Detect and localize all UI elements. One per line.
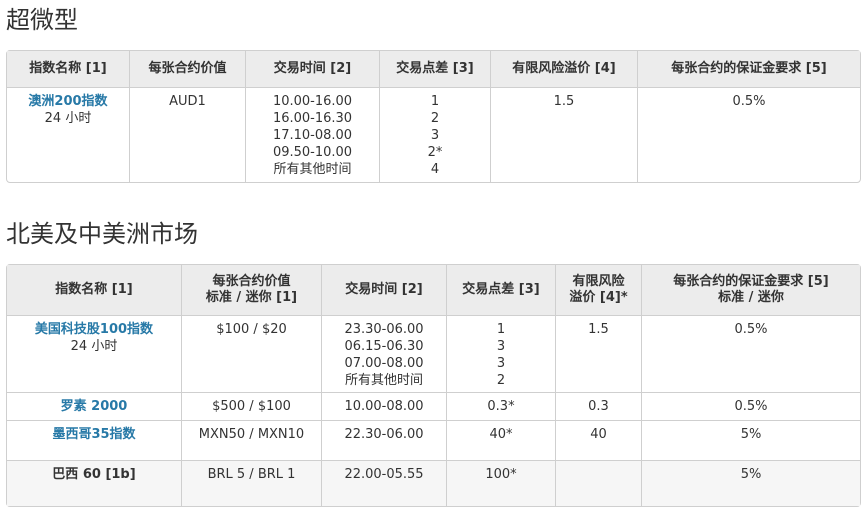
spread-line: 2 (496, 373, 506, 388)
header-spread: 交易点差 [3] (380, 51, 491, 88)
index-name-cell: 澳洲200指数 24 小时 (7, 88, 130, 182)
header-text: 交易点差 [3] (462, 282, 540, 297)
header-text: 指数名称 [1] (55, 282, 133, 297)
header-subtext: 标准 / 迷你 (718, 290, 784, 305)
margin-cell: 0.5% (642, 316, 860, 393)
index-name-text: 巴西 60 [1b] (52, 467, 136, 482)
header-risk-premium: 有限风险 溢价 [4]* (556, 265, 642, 316)
risk-premium-cell: 1.5 (556, 316, 642, 393)
index-name-cell: 罗素 2000 (7, 393, 182, 421)
trading-hours-cell: 23.30-06.00 06.15-06.30 07.00-08.00 所有其他… (322, 316, 447, 393)
header-text: 每张合约的保证金要求 [5] (673, 274, 829, 289)
header-spread: 交易点差 [3] (447, 265, 556, 316)
index-subtext: 24 小时 (70, 339, 118, 354)
contract-value-cell: MXN50 / MXN10 (182, 421, 322, 461)
table-header-row: 指数名称 [1] 每张合约价值 标准 / 迷你 [1] 交易时间 [2] 交易点… (7, 265, 860, 316)
trading-hours-cell: 10.00-16.00 16.00-16.30 17.10-08.00 09.5… (246, 88, 380, 182)
contract-value-cell: $500 / $100 (182, 393, 322, 421)
risk-premium-cell: 1.5 (491, 88, 638, 182)
spread-line: 4 (430, 162, 440, 177)
header-risk-premium: 有限风险溢价 [4] (491, 51, 638, 88)
header-text: 有限风险 (572, 274, 625, 289)
table-row: 墨西哥35指数 MXN50 / MXN10 22.30-06.00 40* 40… (7, 421, 860, 461)
table-row: 罗素 2000 $500 / $100 10.00-08.00 0.3* 0.3… (7, 393, 860, 421)
spread-cell: 1 2 3 2* 4 (380, 88, 491, 182)
margin-cell: 0.5% (642, 393, 860, 421)
index-subtext: 24 小时 (44, 111, 92, 126)
margin-cell: 5% (642, 461, 860, 506)
contract-value-cell: AUD1 (130, 88, 246, 182)
header-text: 每张合约价值 (212, 274, 291, 289)
trading-hours-cell: 22.00-05.55 (322, 461, 447, 506)
risk-premium-cell: 0.3 (556, 393, 642, 421)
spread-cell: 40* (447, 421, 556, 461)
micro-spec-table: 指数名称 [1] 每张合约价值 交易时间 [2] 交易点差 [3] 有限风险溢价… (6, 50, 861, 183)
margin-cell: 0.5% (732, 94, 766, 109)
header-subtext: 溢价 [4]* (569, 290, 628, 305)
hours-line: 16.00-16.30 (272, 111, 353, 126)
hours-line: 23.30-06.00 (344, 322, 424, 337)
risk-premium-cell: 40 (556, 421, 642, 461)
header-trading-hours: 交易时间 [2] (322, 265, 447, 316)
index-link[interactable]: 澳洲200指数 (11, 93, 125, 110)
americas-spec-table: 指数名称 [1] 每张合约价值 标准 / 迷你 [1] 交易时间 [2] 交易点… (6, 264, 861, 507)
spread-cell: 100* (447, 461, 556, 506)
header-contract-value: 每张合约价值 (130, 51, 246, 88)
index-link[interactable]: 墨西哥35指数 (11, 426, 177, 443)
header-margin: 每张合约的保证金要求 [5] (638, 51, 860, 88)
trading-hours-cell: 22.30-06.00 (322, 421, 447, 461)
spread-cell: 0.3* (447, 393, 556, 421)
hours-line: 06.15-06.30 (344, 339, 424, 354)
index-name-cell: 美国科技股100指数 24 小时 (7, 316, 182, 393)
hours-line: 所有其他时间 (344, 373, 423, 388)
spread-line: 3 (430, 128, 440, 143)
spread-line: 1 (496, 322, 506, 337)
hours-line: 所有其他时间 (273, 162, 352, 177)
contract-value-cell: BRL 5 / BRL 1 (182, 461, 322, 506)
index-name-cell: 墨西哥35指数 (7, 421, 182, 461)
header-index-name: 指数名称 [1] (7, 265, 182, 316)
header-text: 交易时间 [2] (345, 282, 423, 297)
spread-line: 1 (430, 94, 440, 109)
section-title-americas: 北美及中美洲市场 (6, 220, 198, 248)
hours-line: 10.00-16.00 (272, 94, 353, 109)
header-contract-value: 每张合约价值 标准 / 迷你 [1] (182, 265, 322, 316)
header-index-name: 指数名称 [1] (7, 51, 130, 88)
table-row: 澳洲200指数 24 小时 AUD1 10.00-16.00 16.00-16.… (7, 88, 860, 182)
hours-line: 07.00-08.00 (344, 356, 424, 371)
table-row: 美国科技股100指数 24 小时 $100 / $20 23.30-06.00 … (7, 316, 860, 393)
index-name-cell: 巴西 60 [1b] (7, 461, 182, 506)
spread-line: 2 (430, 111, 440, 126)
hours-line: 17.10-08.00 (272, 128, 353, 143)
header-subtext: 标准 / 迷你 [1] (205, 290, 298, 305)
contract-value-cell: $100 / $20 (182, 316, 322, 393)
hours-line: 09.50-10.00 (272, 145, 353, 160)
risk-premium-cell (556, 461, 642, 506)
margin-cell: 5% (642, 421, 860, 461)
spread-line: 3 (496, 339, 506, 354)
index-link[interactable]: 罗素 2000 (11, 398, 177, 415)
spread-line: 2* (427, 145, 443, 160)
trading-hours-cell: 10.00-08.00 (322, 393, 447, 421)
index-link[interactable]: 美国科技股100指数 (11, 321, 177, 338)
header-trading-hours: 交易时间 [2] (246, 51, 380, 88)
table-header-row: 指数名称 [1] 每张合约价值 交易时间 [2] 交易点差 [3] 有限风险溢价… (7, 51, 860, 88)
section-title-micro: 超微型 (6, 6, 78, 34)
spread-line: 3 (496, 356, 506, 371)
table-row: 巴西 60 [1b] BRL 5 / BRL 1 22.00-05.55 100… (7, 461, 860, 506)
spread-cell: 1 3 3 2 (447, 316, 556, 393)
header-margin: 每张合约的保证金要求 [5] 标准 / 迷你 (642, 265, 860, 316)
